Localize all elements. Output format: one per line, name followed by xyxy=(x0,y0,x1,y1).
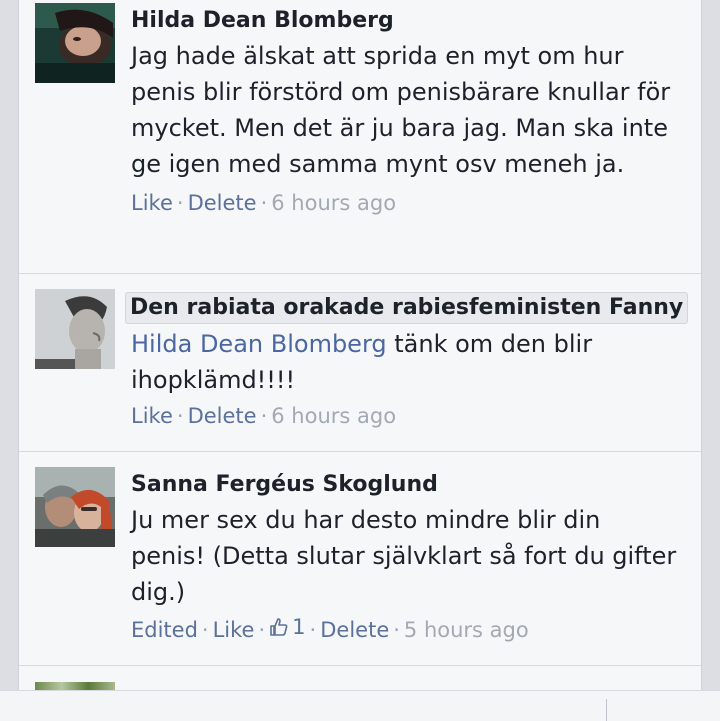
separator: · xyxy=(393,618,400,642)
separator: · xyxy=(309,618,317,642)
comment-author[interactable]: Sanna Fergéus Skoglund xyxy=(131,470,679,500)
comment-actions: Edited · Like · 1 · Delete · 5 hours ago xyxy=(131,612,679,645)
separator: · xyxy=(176,191,184,215)
comment-timestamp[interactable]: 5 hours ago xyxy=(404,618,529,642)
comment-actions: Like · Delete · 6 hours ago xyxy=(131,188,679,218)
avatar[interactable] xyxy=(35,3,115,83)
comment-text: Hilda Dean Blomberg tänk om den blir iho… xyxy=(131,326,679,398)
like-count[interactable]: 1 xyxy=(269,612,306,642)
separator: · xyxy=(258,618,266,642)
edited-link[interactable]: Edited xyxy=(131,618,198,642)
bottom-bar xyxy=(0,690,720,721)
comment-timestamp[interactable]: 6 hours ago xyxy=(271,404,396,428)
avatar-image xyxy=(35,3,115,83)
like-link[interactable]: Like xyxy=(131,191,173,215)
separator: · xyxy=(260,404,268,428)
comment-actions: Like · Delete · 6 hours ago xyxy=(131,401,679,431)
like-count-value: 1 xyxy=(292,615,306,639)
avatar-image xyxy=(35,289,115,369)
separator: · xyxy=(176,404,184,428)
delete-link[interactable]: Delete xyxy=(188,404,257,428)
comment-item: Den rabiata orakade rabiesfeministen Fan… xyxy=(19,273,701,452)
avatar[interactable] xyxy=(35,289,115,369)
delete-link[interactable]: Delete xyxy=(188,191,257,215)
avatar[interactable] xyxy=(35,682,115,690)
comment-timestamp[interactable]: 6 hours ago xyxy=(271,191,396,215)
comment-text: Jag hade älskat att sprida en myt om hur… xyxy=(131,42,671,178)
like-link[interactable]: Like xyxy=(131,404,173,428)
comment-author[interactable]: Den rabiata orakade rabiesfeministen Fan… xyxy=(125,292,689,324)
thumbs-up-icon xyxy=(270,618,288,636)
comment-text: Ju mer sex du har desto mindre blir din … xyxy=(131,506,677,606)
comment-author[interactable]: Hilda Dean Blomberg xyxy=(131,6,679,36)
comment-item: Sanna Fergéus Skoglund Ju mer sex du har… xyxy=(19,451,701,666)
comment-item: Hilda Dean Blomberg Jag hade älskat att … xyxy=(19,0,701,274)
avatar[interactable] xyxy=(35,467,115,547)
separator: · xyxy=(201,618,209,642)
delete-link[interactable]: Delete xyxy=(320,618,389,642)
like-link[interactable]: Like xyxy=(213,618,255,642)
mention-link[interactable]: Hilda Dean Blomberg xyxy=(131,330,387,358)
comment-feed: Hilda Dean Blomberg Jag hade älskat att … xyxy=(18,0,702,690)
separator: · xyxy=(260,191,268,215)
divider xyxy=(606,699,607,721)
avatar-image xyxy=(35,467,115,547)
